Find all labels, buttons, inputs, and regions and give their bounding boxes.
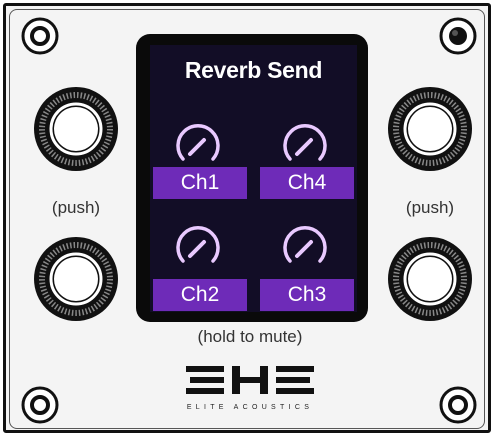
hold-to-mute-label: (hold to mute) — [197, 327, 303, 346]
send-level-knob-icon — [176, 226, 220, 263]
send-level-knob-icon — [283, 124, 327, 161]
left-push-label: (push) — [51, 198, 101, 217]
send-level-knob-icon — [283, 226, 327, 263]
screw-icon — [439, 386, 477, 424]
screw-icon — [21, 386, 59, 424]
left-top-encoder-knob[interactable] — [32, 85, 120, 173]
channel-label-ch1[interactable]: Ch1 — [153, 167, 247, 199]
channel-label-ch3[interactable]: Ch3 — [260, 279, 354, 311]
left-bottom-encoder-knob[interactable] — [32, 235, 120, 323]
right-top-encoder-knob[interactable] — [386, 85, 474, 173]
send-level-knob-icon — [176, 124, 220, 161]
right-push-label: (push) — [405, 198, 455, 217]
device-faceplate: (push) (push) Reverb Send Ch1 Ch4 Ch2 Ch… — [0, 0, 498, 439]
screen-title: Reverb Send — [184, 57, 323, 83]
brand-name: ELITE ACOUSTICS — [186, 404, 314, 411]
elite-acoustics-logo — [186, 366, 314, 394]
screw-icon — [439, 17, 477, 55]
channel-label-ch2[interactable]: Ch2 — [153, 279, 247, 311]
screw-icon — [21, 17, 59, 55]
channel-label-ch4[interactable]: Ch4 — [260, 167, 354, 199]
display-screen: Reverb Send Ch1 Ch4 Ch2 Ch3 — [150, 45, 357, 312]
right-bottom-encoder-knob[interactable] — [386, 235, 474, 323]
